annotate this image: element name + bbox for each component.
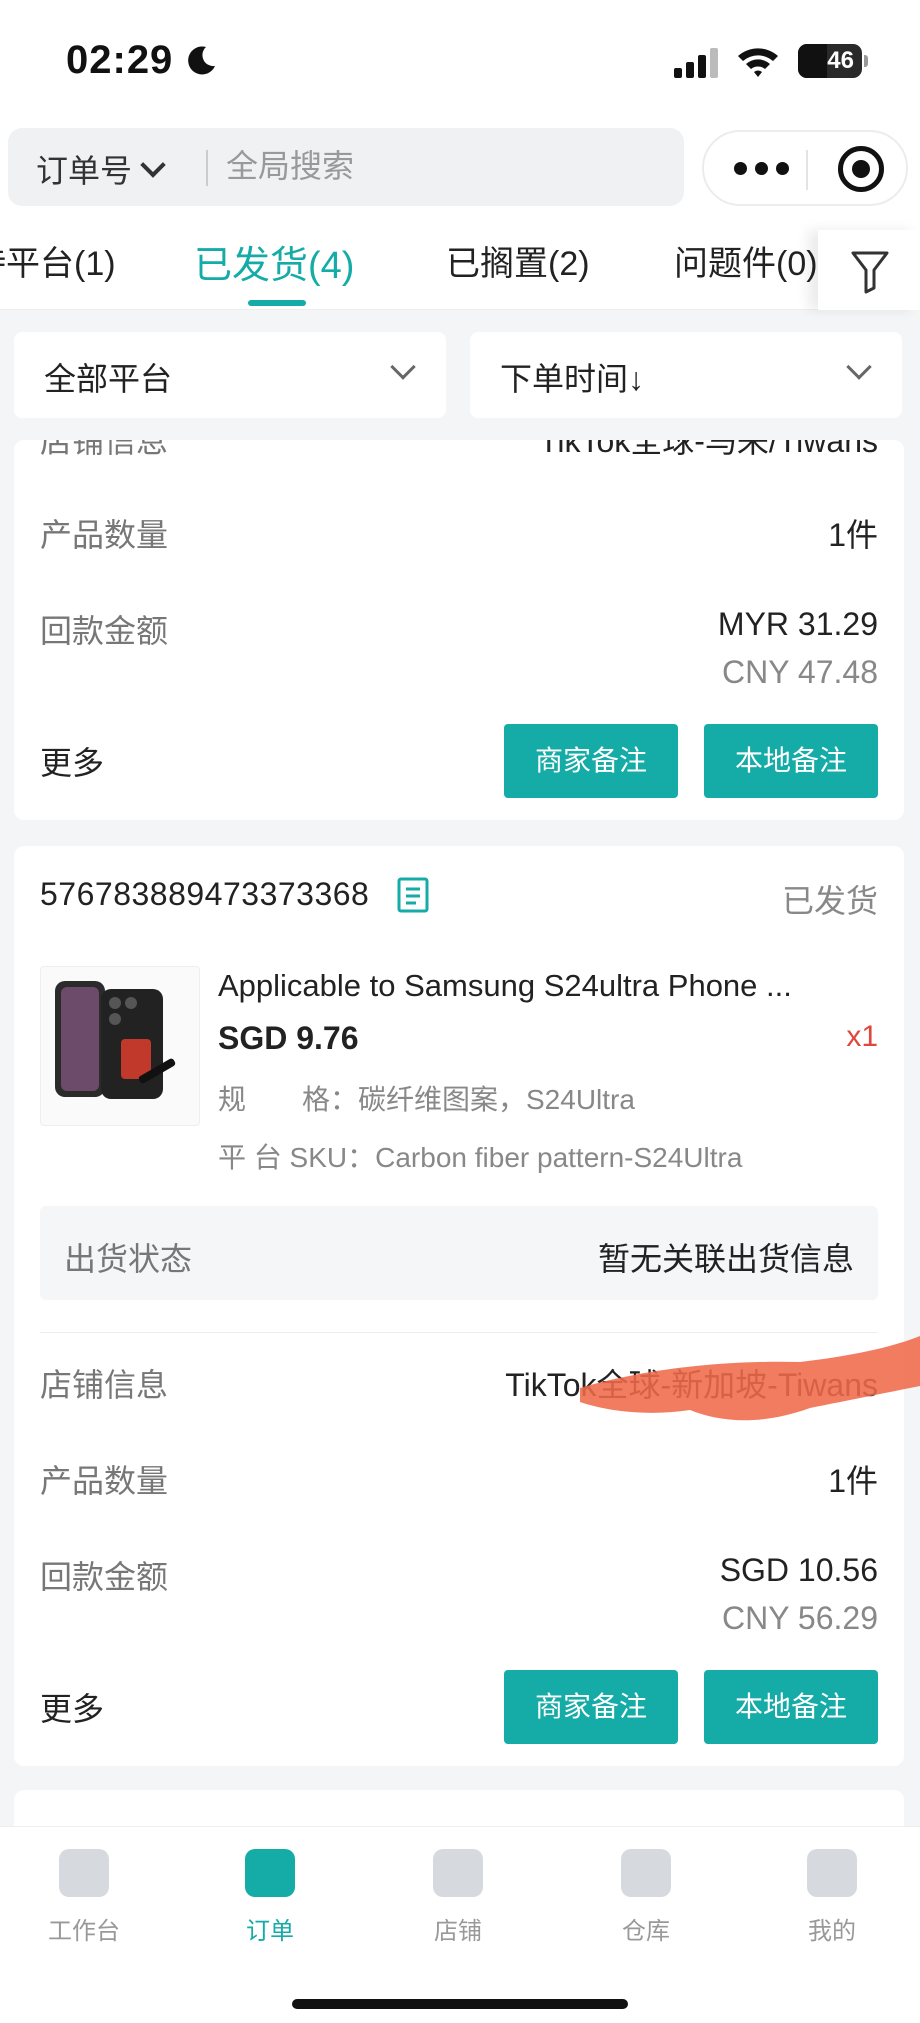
close-miniprogram-icon[interactable] [838, 146, 884, 192]
shipment-status-box: 出货状态 暂无关联出货信息 [40, 1206, 878, 1300]
nav-orders-label: 订单 [246, 1918, 294, 1945]
home-indicator[interactable] [292, 1999, 628, 2009]
battery-level [798, 44, 828, 78]
store-info-label: 店铺信息 [40, 1367, 169, 1403]
chart-icon [59, 1849, 109, 1897]
product-thumbnail[interactable] [40, 966, 200, 1126]
search-header: 订单号 [0, 120, 920, 230]
order-card: 店铺信息 TikTok全球-马来/Tiwans 产品数量 1件 回款金额 MYR… [14, 440, 904, 820]
filter-button[interactable] [818, 230, 920, 310]
tab-on-hold[interactable]: 已搁置(2) [446, 236, 590, 285]
tab-problem[interactable]: 问题件(0) [674, 236, 818, 285]
nav-store-label: 店铺 [434, 1918, 482, 1945]
copy-icon[interactable] [396, 876, 432, 914]
warehouse-icon [621, 1849, 671, 1897]
nav-orders[interactable]: 订单 [210, 1849, 330, 1946]
miniprogram-capsule [702, 130, 908, 206]
product-sku: 平 台 SKU：Carbon fiber pattern-S24Ultra [218, 1142, 743, 1173]
platform-dropdown-label: 全部平台 [44, 361, 173, 397]
local-note-button[interactable]: 本地备注 [704, 724, 878, 798]
shipment-status-label: 出货状态 [64, 1241, 193, 1277]
battery-percent: 46 [827, 47, 854, 74]
moon-icon [188, 46, 215, 75]
order-icon [245, 1849, 295, 1897]
nav-workbench[interactable]: 工作台 [24, 1849, 144, 1946]
wifi-icon [738, 48, 778, 77]
nav-workbench-label: 工作台 [48, 1918, 120, 1945]
search-type-select[interactable]: 订单号 [36, 146, 166, 192]
nav-profile-label: 我的 [808, 1918, 856, 1945]
payout-amount-cny: CNY 47.48 [722, 654, 878, 690]
platform-dropdown[interactable]: 全部平台 [14, 332, 446, 418]
product-qty-label: 产品数量 [40, 517, 169, 553]
status-time: 02:29 [66, 38, 174, 82]
chevron-down-icon [846, 354, 872, 380]
order-number: 576783889473373368 [40, 876, 370, 912]
nav-store[interactable]: 店铺 [398, 1849, 518, 1946]
redaction-mark [580, 1336, 920, 1421]
cellular-signal-icon [674, 48, 718, 78]
tab-pending-platform[interactable]: 待平台(1) [0, 236, 116, 285]
battery-icon: 46 [798, 44, 868, 78]
product-quantity: x1 [846, 1020, 878, 1053]
store-info-value: TikTok全球-马来/Tiwans [539, 440, 878, 459]
status-bar: 02:29 46 [0, 0, 920, 120]
chevron-down-icon [140, 152, 166, 178]
payout-amount-label: 回款金额 [40, 1559, 169, 1595]
active-tab-indicator [248, 300, 306, 306]
shipment-status-value: 暂无关联出货信息 [597, 1241, 854, 1277]
nav-warehouse[interactable]: 仓库 [586, 1849, 706, 1946]
search-bar: 订单号 [8, 128, 684, 206]
payout-amount-cny: CNY 56.29 [722, 1600, 878, 1636]
product-title[interactable]: Applicable to Samsung S24ultra Phone ... [218, 968, 878, 1004]
phone-case-image [55, 981, 176, 1099]
store-icon [433, 1849, 483, 1897]
search-input[interactable] [226, 144, 656, 188]
nav-profile[interactable]: 我的 [772, 1849, 892, 1946]
product-price: SGD 9.76 [218, 1020, 359, 1056]
sort-dropdown[interactable]: 下单时间↓ [470, 332, 902, 418]
sort-dropdown-label: 下单时间↓ [500, 361, 645, 397]
filter-icon [851, 251, 889, 294]
tab-shipped[interactable]: 已发货(4) [194, 234, 354, 289]
merchant-note-button[interactable]: 商家备注 [504, 1670, 678, 1744]
search-type-label: 订单号 [36, 153, 133, 189]
order-card: 576783889473373368 已发货 Applicable to Sam… [14, 846, 904, 1766]
more-link[interactable]: 更多 [40, 738, 104, 784]
product-qty-value: 1件 [828, 1463, 878, 1499]
product-qty-value: 1件 [828, 517, 878, 553]
local-note-button[interactable]: 本地备注 [704, 1670, 878, 1744]
product-spec: 规 格：碳纤维图案，S24Ultra [218, 1084, 635, 1115]
bottom-navigation: 工作台 订单 店铺 仓库 我的 [0, 1826, 920, 2023]
nav-warehouse-label: 仓库 [622, 1918, 670, 1945]
payout-amount-value: SGD 10.56 [719, 1552, 878, 1588]
more-link[interactable]: 更多 [40, 1684, 104, 1730]
store-info-label: 店铺信息 [40, 440, 169, 459]
merchant-note-button[interactable]: 商家备注 [504, 724, 678, 798]
profile-icon [807, 1849, 857, 1897]
order-status-tabs: 待平台(1) 已发货(4) 已搁置(2) 问题件(0) [0, 230, 920, 310]
chevron-down-icon [390, 354, 416, 380]
order-status-label: 已发货 [781, 883, 878, 919]
more-icon[interactable] [734, 162, 790, 178]
product-qty-label: 产品数量 [40, 1463, 169, 1499]
payout-amount-value: MYR 31.29 [717, 606, 878, 642]
payout-amount-label: 回款金额 [40, 613, 169, 649]
